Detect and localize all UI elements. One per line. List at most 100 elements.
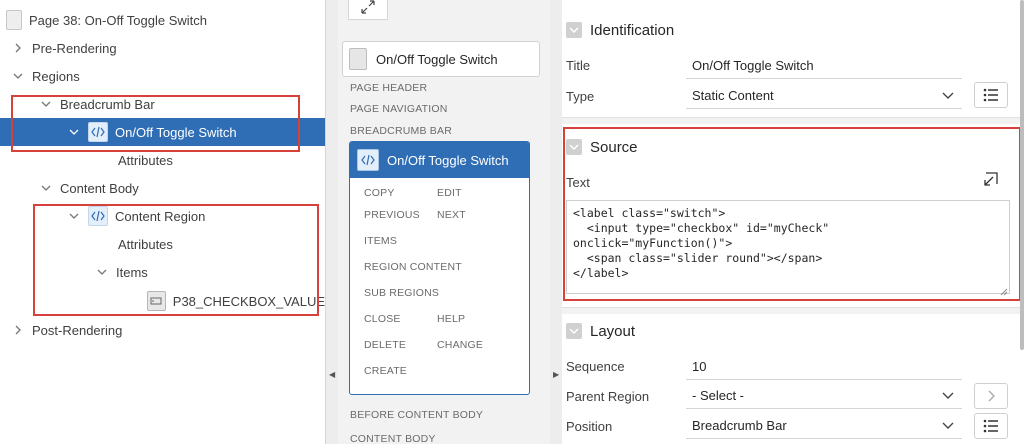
splitter-left[interactable]: ◀: [326, 0, 338, 444]
chevron-down-icon[interactable]: [68, 210, 80, 222]
position-before-content-body: BEFORE CONTENT BODY: [350, 409, 484, 421]
type-label: Type: [566, 89, 595, 104]
chevron-right-icon[interactable]: [12, 324, 24, 336]
group-layout: Layout Sequence 10 Parent Region - Selec…: [562, 314, 1024, 444]
slot-sub-regions[interactable]: SUB REGIONS: [364, 287, 439, 299]
layout-gallery: On/Off Toggle Switch PAGE HEADER PAGE NA…: [338, 0, 550, 444]
code-region-icon: [357, 149, 379, 171]
collapse-right-icon[interactable]: ▶: [553, 370, 559, 379]
tree-node-onoff-region[interactable]: On/Off Toggle Switch: [0, 118, 325, 146]
tree-page-title: Page 38: On-Off Toggle Switch: [29, 12, 208, 28]
tree-node-label: Regions: [32, 68, 80, 84]
collapse-left-icon[interactable]: ◀: [329, 370, 335, 379]
title-input[interactable]: On/Off Toggle Switch: [686, 53, 962, 79]
page-item-icon: [147, 291, 166, 311]
page-icon: [6, 10, 22, 30]
source-text-area[interactable]: <label class="switch"> <input type="chec…: [566, 200, 1010, 294]
tree-node-label: Items: [116, 264, 148, 280]
position-content-body: CONTENT BODY: [350, 433, 436, 444]
slot-edit[interactable]: EDIT: [437, 187, 462, 199]
slot-change[interactable]: CHANGE: [437, 339, 483, 351]
tree-node-content-region[interactable]: Content Region: [0, 202, 325, 230]
tree-node-post-rendering[interactable]: Post-Rendering: [0, 316, 325, 344]
slot-create[interactable]: CREATE: [364, 365, 407, 377]
tree-node-checkbox-item[interactable]: P38_CHECKBOX_VALUE: [0, 287, 325, 315]
region-card-title: On/Off Toggle Switch: [387, 152, 509, 168]
title-value: On/Off Toggle Switch: [692, 58, 814, 73]
chevron-down-icon[interactable]: [68, 126, 80, 138]
tree-node-label: Attributes: [118, 152, 173, 168]
slot-next[interactable]: NEXT: [437, 209, 466, 221]
group-header[interactable]: Source: [566, 136, 638, 158]
chevron-down-icon: [942, 392, 954, 399]
position-page-navigation: PAGE NAVIGATION: [350, 103, 448, 115]
tree-node-content-body[interactable]: Content Body: [0, 174, 325, 202]
region-card-header[interactable]: On/Off Toggle Switch: [350, 142, 529, 178]
chevron-down-icon: [942, 92, 954, 99]
property-editor: Identification Title On/Off Toggle Switc…: [562, 0, 1024, 444]
slot-previous[interactable]: PREVIOUS: [364, 209, 420, 221]
tree-page-node[interactable]: Page 38: On-Off Toggle Switch: [0, 6, 325, 34]
position-value: Breadcrumb Bar: [692, 418, 787, 433]
position-label: Position: [566, 419, 613, 434]
type-value: Static Content: [692, 88, 774, 103]
chevron-down-icon[interactable]: [12, 70, 24, 82]
chevron-right-icon: [988, 390, 995, 402]
chevron-down-icon[interactable]: [566, 323, 582, 339]
chevron-down-icon[interactable]: [40, 182, 52, 194]
splitter-right[interactable]: ▶: [550, 0, 562, 444]
scrollbar[interactable]: [1020, 0, 1024, 350]
slot-items[interactable]: ITEMS: [364, 235, 397, 247]
group-header[interactable]: Layout: [566, 320, 635, 342]
expand-icon: [361, 0, 375, 14]
parent-region-select[interactable]: - Select -: [686, 383, 962, 409]
tree-node-label: On/Off Toggle Switch: [115, 124, 237, 140]
chevron-down-icon[interactable]: [566, 22, 582, 38]
slot-help[interactable]: HELP: [437, 313, 465, 325]
slot-close[interactable]: CLOSE: [364, 313, 401, 325]
resize-grip-icon[interactable]: [1000, 284, 1008, 296]
tree-node-regions[interactable]: Regions: [0, 62, 325, 90]
tree-node-label: Content Region: [115, 208, 206, 224]
position-list-button[interactable]: [974, 413, 1008, 439]
tree-node-pre-rendering[interactable]: Pre-Rendering: [0, 34, 325, 62]
position-select[interactable]: Breadcrumb Bar: [686, 413, 962, 439]
slot-delete[interactable]: DELETE: [364, 339, 406, 351]
list-icon: [983, 419, 998, 433]
region-card[interactable]: On/Off Toggle Switch COPY EDIT PREVIOUS …: [349, 141, 530, 395]
tree-node-attributes[interactable]: Attributes: [0, 230, 325, 258]
page-icon: [349, 48, 367, 70]
tree-node-label: Pre-Rendering: [32, 40, 117, 56]
tree-node-breadcrumb-bar[interactable]: Breadcrumb Bar: [0, 90, 325, 118]
tree-node-attributes[interactable]: Attributes: [0, 146, 325, 174]
component-card-label: On/Off Toggle Switch: [376, 51, 498, 67]
tree-node-items[interactable]: Items: [0, 258, 325, 286]
type-list-button[interactable]: [974, 82, 1008, 108]
slot-region-content[interactable]: REGION CONTENT: [364, 261, 462, 273]
parent-region-value: - Select -: [692, 388, 745, 403]
component-card[interactable]: On/Off Toggle Switch: [342, 41, 540, 77]
code-editor-open-icon[interactable]: [982, 170, 1000, 191]
title-label: Title: [566, 58, 591, 73]
rendering-tree: Page 38: On-Off Toggle Switch Pre-Render…: [0, 0, 326, 444]
type-select[interactable]: Static Content: [686, 83, 962, 109]
slot-copy[interactable]: COPY: [364, 187, 395, 199]
tree-node-label: Breadcrumb Bar: [60, 96, 155, 112]
chevron-right-icon[interactable]: [12, 42, 24, 54]
group-title: Layout: [590, 322, 636, 340]
expand-button[interactable]: [348, 0, 388, 20]
parent-region-go-button[interactable]: [974, 383, 1008, 409]
group-header[interactable]: Identification: [566, 19, 674, 41]
list-icon: [983, 88, 998, 102]
code-region-icon: [88, 122, 108, 142]
tree-node-label: Post-Rendering: [32, 322, 123, 338]
chevron-down-icon[interactable]: [40, 98, 52, 110]
sequence-input[interactable]: 10: [686, 354, 962, 380]
chevron-down-icon: [942, 422, 954, 429]
chevron-down-icon[interactable]: [96, 266, 108, 278]
position-page-header: PAGE HEADER: [350, 82, 428, 94]
sequence-label: Sequence: [566, 359, 625, 374]
text-label: Text: [566, 175, 590, 190]
chevron-down-icon[interactable]: [566, 139, 582, 155]
group-title: Identification: [590, 21, 675, 39]
